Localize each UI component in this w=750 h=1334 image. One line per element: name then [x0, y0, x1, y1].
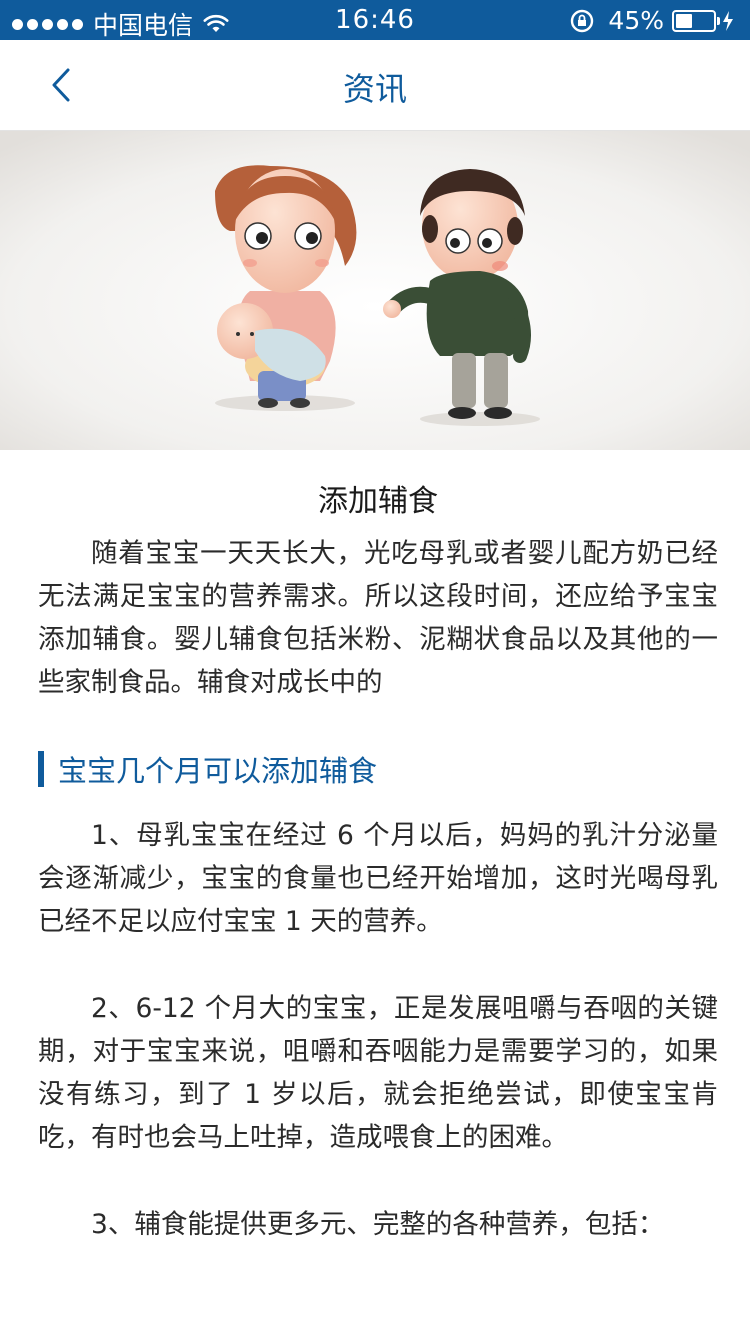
article-title: 添加辅食	[318, 484, 438, 519]
list-item: 1、母乳宝宝在经过 6 个月以后，妈妈的乳汁分泌量会逐渐减少，宝宝的食量也已经开…	[38, 820, 718, 937]
article-hero-image	[0, 131, 750, 450]
list-item: 2、6-12 个月大的宝宝，正是发展咀嚼与吞咽的关键期，对于宝宝来说，咀嚼和吞咽…	[38, 993, 718, 1153]
section-title: 宝宝几个月可以添加辅食	[58, 754, 378, 788]
section-header: 宝宝几个月可以添加辅食	[38, 748, 718, 790]
list-item: 3、辅食能提供更多元、完整的各种营养，包括：	[91, 1209, 665, 1240]
battery-percent: 45%	[608, 6, 664, 35]
section-accent-bar	[38, 751, 44, 787]
navigation-bar: 资讯	[0, 40, 750, 131]
article-intro: 随着宝宝一天天长大，光吃母乳或者婴儿配方奶已经无法满足宝宝的营养需求。所以这段时…	[38, 538, 718, 698]
charging-bolt-icon	[723, 10, 733, 31]
page-title: 资讯	[342, 70, 407, 108]
status-bar: 中国电信 16:46 45%	[0, 0, 750, 40]
battery-level	[676, 13, 692, 28]
orientation-lock-icon	[571, 9, 594, 32]
article-content: 添加辅食 随着宝宝一天天长大，光吃母乳或者婴儿配方奶已经无法满足宝宝的营养需求。…	[38, 450, 718, 1290]
status-right: 45%	[570, 6, 734, 35]
battery-icon	[672, 9, 720, 32]
